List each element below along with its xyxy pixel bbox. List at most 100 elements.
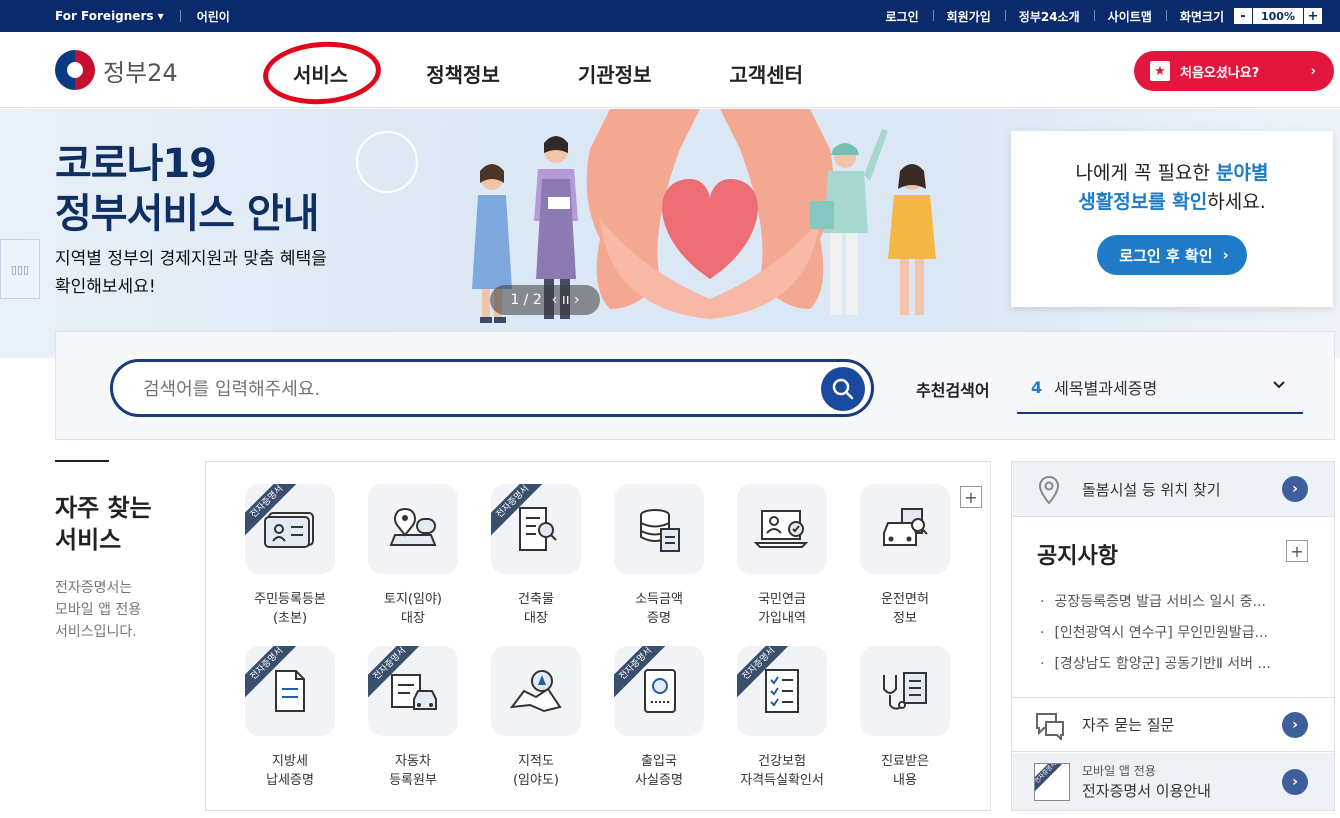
service-driver-license[interactable]: 운전면허 정보 [855, 484, 955, 628]
laptop-profile-icon [737, 484, 827, 574]
desc-line1: 전자증명서는 [55, 580, 133, 596]
faq-link[interactable]: 자주 묻는 질문 › [1012, 697, 1334, 752]
go-arrow-icon: › [1282, 768, 1308, 795]
personalized-info-message: 나에게 꼭 필요한 분야별 생활정보를 확인하세요. [1011, 159, 1333, 217]
service-immigration[interactable]: 전자증명서 출입국 사실증명 [609, 646, 709, 790]
sitemap-link[interactable]: 사이트맵 [1093, 8, 1166, 25]
service-vehicle-register[interactable]: 전자증명서 자동차 등록원부 [363, 646, 463, 790]
service-building-register[interactable]: 전자증명서 건축물 대장 [486, 484, 586, 628]
personalized-info-card: 나에게 꼭 필요한 분야별 생활정보를 확인하세요. 로그인 후 확인 › [1011, 131, 1333, 307]
frequent-services-title: 자주 찾는 서비스 [55, 492, 152, 556]
notice-item[interactable]: [인천광역시 연수구] 무인민원발급... [1040, 618, 1271, 649]
search-icon [832, 378, 854, 400]
care-facility-label: 돌봄시설 등 위치 찾기 [1082, 480, 1221, 499]
nav-support[interactable]: 고객센터 [729, 59, 803, 88]
divider [179, 10, 181, 22]
for-foreigners-link[interactable]: For Foreigners ▾ [55, 9, 164, 23]
mobile-only-label: 모바일 앱 전용 [1082, 764, 1156, 778]
frequent-services-desc: 전자증명서는 모바일 앱 전용 서비스입니다. [55, 577, 141, 643]
hero-subtitle-line1: 지역별 정부의 경제지원과 맞춤 혜택을 [55, 249, 327, 269]
service-health-insurance[interactable]: 전자증명서 건강보험 자격득실확인서 [732, 646, 832, 790]
notice-title: 공지사항 [1037, 544, 1118, 569]
chat-bubble-icon [1036, 713, 1064, 740]
location-pin-icon [1038, 475, 1060, 505]
carousel-controls[interactable]: ‹ ıı › [552, 292, 580, 308]
about-link[interactable]: 정부24소개 [1004, 8, 1094, 25]
zoom-in-button[interactable]: + [1304, 8, 1322, 24]
passport-icon: 전자증명서 [614, 646, 704, 736]
service-label: 출입국 사실증명 [635, 754, 683, 788]
service-label: 건강보험 자격득실확인서 [740, 754, 824, 788]
search-panel: 추천검색어 4 세목별과세증명 [55, 331, 1335, 440]
recommended-rank: 4 [1031, 377, 1043, 397]
kids-link[interactable]: 어린이 [197, 8, 230, 25]
certificate-doc-icon: 전자증명서 [1034, 763, 1070, 801]
login-check-label: 로그인 후 확인 [1119, 246, 1213, 265]
service-label: 지방세 납세증명 [266, 754, 314, 788]
desc-line2: 모바일 앱 전용 [55, 602, 142, 618]
screen-size-label: 화면크기 [1165, 8, 1238, 25]
service-label: 진료받은 내용 [881, 754, 929, 788]
service-label: 건축물 대장 [518, 592, 554, 626]
nav-policy[interactable]: 정책정보 [426, 59, 500, 88]
notice-more-button[interactable]: + [1286, 540, 1308, 562]
main-nav: 서비스 정책정보 기관정보 고객센터 [293, 59, 881, 88]
carousel-pager[interactable]: 1 / 2 ‹ ıı › [490, 285, 600, 315]
service-resident-registration[interactable]: 전자증명서 주민등록등본 (초본) [240, 484, 340, 628]
zoom-value: 100% [1252, 8, 1304, 24]
notice-list: 공장등록증명 발급 서비스 일시 중... [인천광역시 연수구] 무인민원발급… [1040, 587, 1271, 680]
service-label: 국민연금 가입내역 [758, 592, 806, 626]
service-label: 소득금액 증명 [635, 592, 683, 626]
notice-item[interactable]: [경상남도 함양군] 공동기반Ⅱ 서버 ... [1040, 649, 1270, 680]
service-pension[interactable]: 국민연금 가입내역 [732, 484, 832, 628]
service-label: 지적도 (임야도) [512, 754, 560, 788]
hero-title-line2: 정부서비스 안내 [55, 191, 320, 237]
service-label: 운전면허 정보 [881, 592, 929, 626]
recommended-keywords-dropdown[interactable]: 4 세목별과세증명 [1017, 362, 1303, 414]
care-facility-finder[interactable]: 돌봄시설 등 위치 찾기 › [1012, 462, 1334, 517]
service-medical-record[interactable]: 진료받은 내용 [855, 646, 955, 790]
e-certificate-ribbon: 전자증명서 [1035, 764, 1068, 795]
compass-map-icon [491, 646, 581, 736]
hero-title-line1: 코로나19 [55, 141, 217, 187]
nav-agency[interactable]: 기관정보 [578, 59, 652, 88]
add-service-button[interactable]: + [960, 486, 982, 508]
scroll-car-icon: 전자증명서 [368, 646, 458, 736]
search-input[interactable] [143, 374, 783, 404]
msg-text-2: 하세요. [1207, 191, 1266, 213]
service-local-tax[interactable]: 전자증명서 지방세 납세증명 [240, 646, 340, 790]
land-map-icon [368, 484, 458, 574]
document-icon: 전자증명서 [245, 646, 335, 736]
signup-link[interactable]: 회원가입 [932, 8, 1005, 25]
chevron-down-icon [1273, 381, 1285, 389]
carousel-page-indicator: 1 / 2 [510, 292, 542, 308]
service-label: 주민등록등본 (초본) [254, 592, 326, 626]
service-cadastral-map[interactable]: 지적도 (임야도) [486, 646, 586, 790]
utility-bar: For Foreigners ▾ 어린이 로그인 회원가입 정부24소개 사이트… [0, 0, 1340, 32]
id-card-icon: 전자증명서 [245, 484, 335, 574]
service-land-register[interactable]: 토지(임야) 대장 [363, 484, 463, 628]
stethoscope-icon [860, 646, 950, 736]
hands-heart-illustration [472, 109, 936, 323]
first-visit-button[interactable]: ★ 처음오셨나요? › [1134, 51, 1334, 91]
mobile-certificate-guide[interactable]: 전자증명서 모바일 앱 전용 전자증명서 이용안내 › [1012, 753, 1334, 810]
frequent-title-line2: 서비스 [55, 526, 122, 554]
service-income-certificate[interactable]: 소득금액 증명 [609, 484, 709, 628]
search-button[interactable] [821, 367, 865, 411]
side-menu-icon[interactable]: ▯▯▯ [0, 239, 40, 299]
hero-subtitle-line2: 확인해보세요! [55, 277, 156, 297]
hero-subtitle: 지역별 정부의 경제지원과 맞춤 혜택을 확인해보세요! [55, 245, 327, 301]
star-icon: ★ [1150, 61, 1170, 81]
recommended-keywords-label: 추천검색어 [916, 381, 990, 400]
zoom-control: - 100% + [1234, 8, 1322, 24]
login-link[interactable]: 로그인 [871, 8, 932, 25]
search-box [110, 359, 874, 417]
taegeuk-logo-icon [55, 50, 95, 90]
site-logo[interactable]: 정부24 [55, 50, 178, 90]
logo-text: 정부24 [103, 58, 178, 87]
document-search-icon: 전자증명서 [491, 484, 581, 574]
login-check-button[interactable]: 로그인 후 확인 › [1097, 235, 1247, 275]
notice-item[interactable]: 공장등록증명 발급 서비스 일시 중... [1040, 587, 1271, 618]
recommended-keyword: 세목별과세증명 [1054, 379, 1158, 398]
hero-title: 코로나19 정부서비스 안내 [55, 139, 320, 239]
